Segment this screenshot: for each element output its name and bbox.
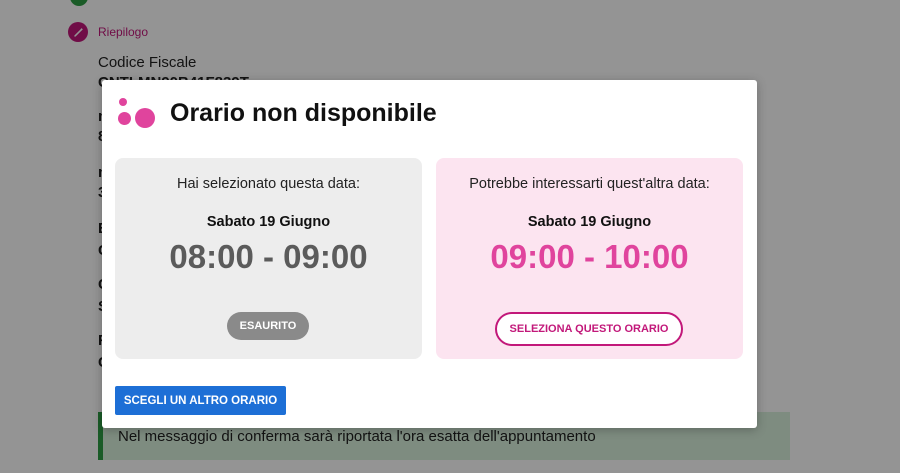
sold-out-button: ESAURITO xyxy=(227,312,309,340)
selected-slot-card: Hai selezionato questa data: Sabato 19 G… xyxy=(115,158,422,359)
brand-dots-icon xyxy=(116,96,156,130)
suggested-slot-card: Potrebbe interessarti quest'altra data: … xyxy=(436,158,743,359)
dialog-title: Orario non disponibile xyxy=(170,98,437,127)
unavailable-time-dialog: Orario non disponibile Hai selezionato q… xyxy=(102,80,757,428)
dialog-header: Orario non disponibile xyxy=(116,96,437,130)
selected-slot-caption: Hai selezionato questa data: xyxy=(177,176,360,192)
suggested-slot-time: 09:00 - 10:00 xyxy=(490,238,689,275)
suggested-slot-date: Sabato 19 Giugno xyxy=(527,214,652,230)
selected-slot-date: Sabato 19 Giugno xyxy=(206,214,331,230)
suggested-slot-caption: Potrebbe interessarti quest'altra data: xyxy=(469,176,710,192)
choose-other-time-button[interactable]: SCEGLI UN ALTRO ORARIO xyxy=(115,386,286,415)
selected-slot-time: 08:00 - 09:00 xyxy=(169,238,368,275)
select-this-time-button[interactable]: SELEZIONA QUESTO ORARIO xyxy=(495,312,683,346)
